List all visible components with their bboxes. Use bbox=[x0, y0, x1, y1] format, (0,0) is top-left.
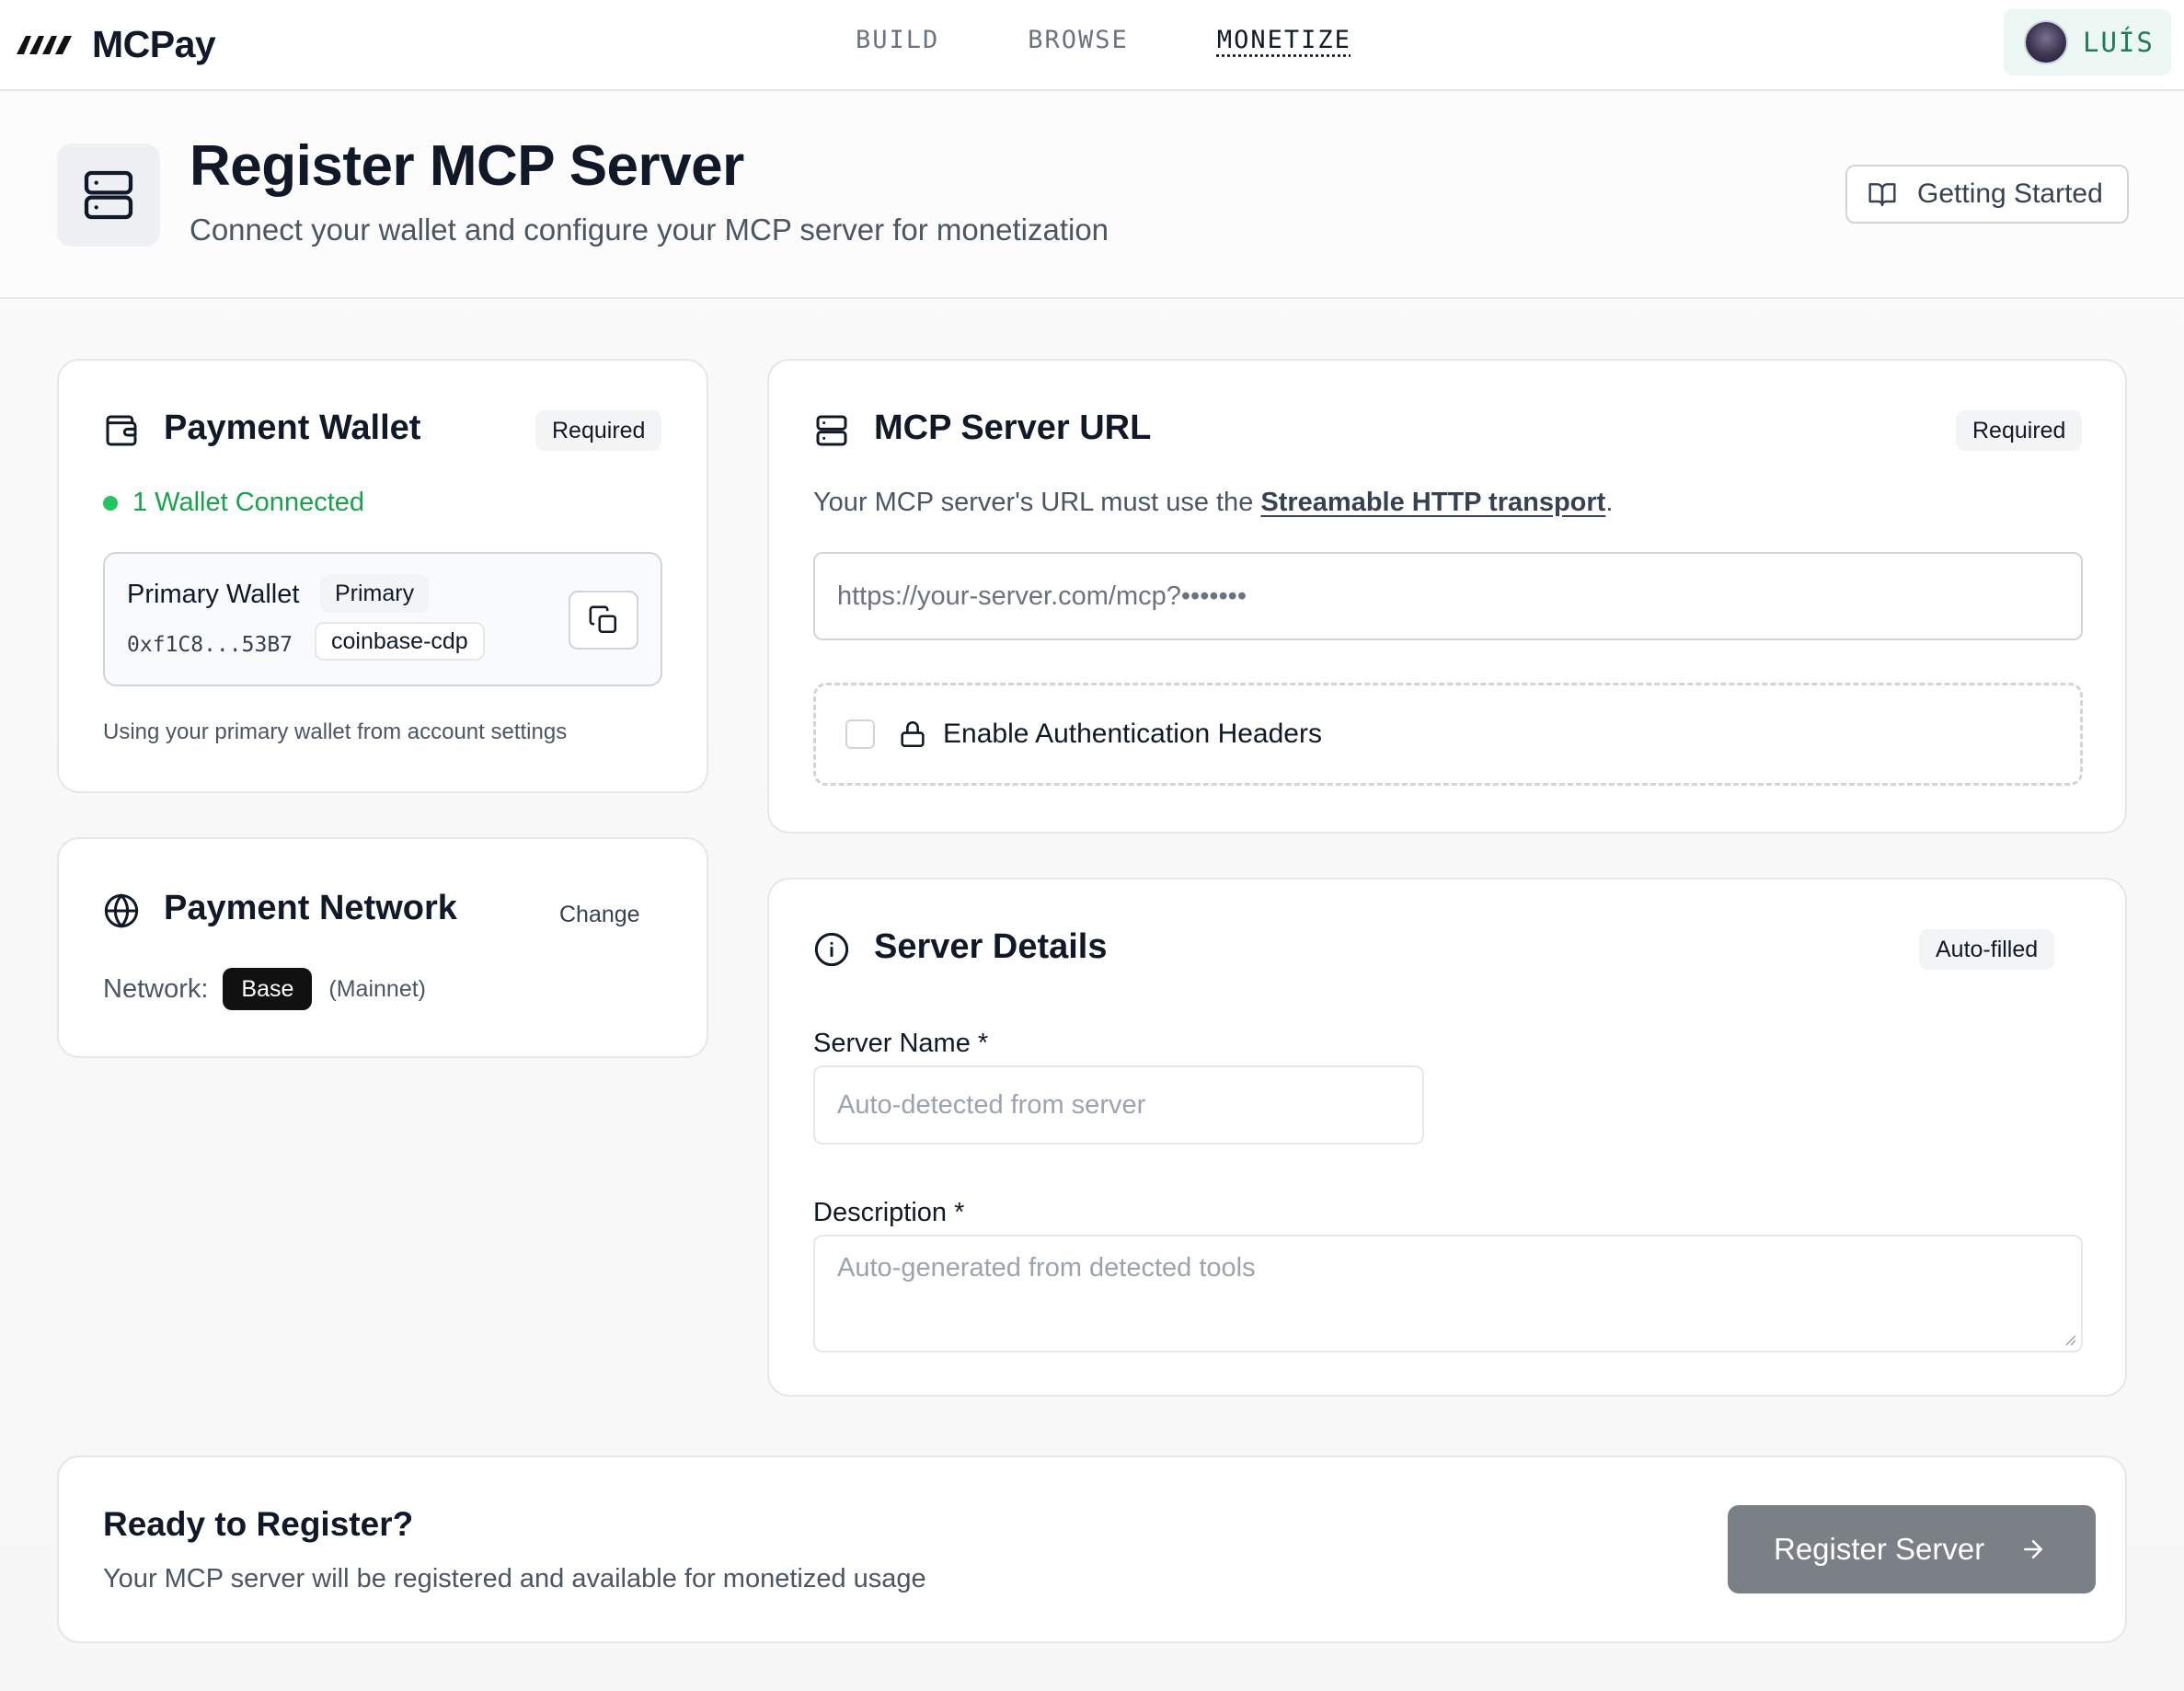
server-url-input[interactable]: https://your-server.com/mcp?••••••• bbox=[813, 552, 2083, 640]
streamable-http-link[interactable]: Streamable HTTP transport bbox=[1260, 488, 1605, 517]
auto-filled-badge: Auto-filled bbox=[1919, 929, 2055, 970]
payment-network-card: Payment Network Change Network: Base (Ma… bbox=[57, 837, 708, 1058]
globe-icon bbox=[104, 893, 139, 928]
brand-logo[interactable]: MCPay bbox=[13, 17, 216, 72]
resize-grip-icon[interactable] bbox=[2063, 1332, 2077, 1347]
server-icon bbox=[57, 144, 160, 247]
book-open-icon bbox=[1868, 183, 1896, 207]
main-nav: BUILD BROWSE MONETIZE bbox=[856, 26, 1440, 54]
page-header: Register MCP Server Connect your wallet … bbox=[0, 93, 2184, 299]
wallet-address: 0xf1C8...53B7 bbox=[127, 633, 293, 657]
server-details-card: Server Details Auto-filled Server Name *… bbox=[767, 878, 2127, 1397]
auth-headers-label: Enable Authentication Headers bbox=[943, 719, 1322, 749]
nav-browse[interactable]: BROWSE bbox=[1028, 26, 1129, 54]
getting-started-label: Getting Started bbox=[1917, 178, 2103, 209]
arrow-right-icon bbox=[2024, 1540, 2043, 1559]
wallet-icon bbox=[106, 415, 137, 446]
getting-started-button[interactable]: Getting Started bbox=[1845, 165, 2129, 224]
mcpay-logo-icon bbox=[17, 36, 72, 54]
register-subtitle: Your MCP server will be registered and a… bbox=[103, 1564, 926, 1593]
brand-name: MCPay bbox=[92, 22, 216, 65]
user-menu-button[interactable]: LUÍS bbox=[2004, 9, 2171, 75]
required-badge: Required bbox=[535, 410, 662, 451]
server-url-card: MCP Server URL Required Your MCP server'… bbox=[767, 359, 2127, 834]
server-url-desc-suffix: . bbox=[1605, 488, 1614, 517]
wallet-note: Using your primary wallet from account s… bbox=[103, 719, 568, 744]
page-subtitle: Connect your wallet and configure your M… bbox=[190, 213, 1109, 247]
server-icon bbox=[816, 415, 847, 446]
server-name-input[interactable]: Auto-detected from server bbox=[813, 1065, 1424, 1145]
required-badge: Required bbox=[1956, 410, 2083, 451]
wallet-name: Primary Wallet bbox=[127, 580, 300, 609]
payment-wallet-title: Payment Wallet bbox=[164, 408, 421, 447]
user-name: LUÍS bbox=[2083, 27, 2155, 58]
register-card: Ready to Register? Your MCP server will … bbox=[57, 1455, 2127, 1643]
server-url-title: MCP Server URL bbox=[874, 408, 1152, 447]
register-server-button[interactable]: Register Server bbox=[1728, 1505, 2096, 1593]
network-label: Network: bbox=[103, 973, 209, 1004]
server-details-title: Server Details bbox=[874, 927, 1108, 966]
nav-monetize[interactable]: MONETIZE bbox=[1217, 26, 1351, 54]
server-name-label: Server Name * bbox=[813, 1029, 989, 1058]
description-placeholder: Auto-generated from detected tools bbox=[837, 1253, 1256, 1283]
status-dot-icon bbox=[103, 495, 118, 511]
copy-icon bbox=[589, 605, 617, 634]
change-network-button[interactable]: Change bbox=[559, 902, 640, 928]
register-server-label: Register Server bbox=[1774, 1532, 1985, 1566]
top-nav: MCPay BUILD BROWSE MONETIZE LUÍS bbox=[0, 0, 2184, 91]
description-label: Description * bbox=[813, 1198, 965, 1227]
nav-build[interactable]: BUILD bbox=[856, 26, 939, 54]
avatar bbox=[2024, 20, 2068, 64]
wallet-status: 1 Wallet Connected bbox=[103, 488, 364, 518]
network-row: Network: Base (Mainnet) bbox=[103, 968, 426, 1010]
register-title: Ready to Register? bbox=[103, 1505, 414, 1543]
payment-wallet-card: Payment Wallet Required 1 Wallet Connect… bbox=[57, 359, 708, 793]
primary-wallet-box: Primary Wallet Primary 0xf1C8...53B7 coi… bbox=[103, 552, 662, 686]
page-title: Register MCP Server bbox=[190, 134, 744, 198]
primary-badge: Primary bbox=[320, 574, 430, 613]
network-qualifier: (Mainnet) bbox=[328, 975, 426, 1002]
info-icon bbox=[814, 932, 849, 967]
network-badge: Base bbox=[223, 968, 313, 1010]
server-url-desc-text: Your MCP server's URL must use the bbox=[813, 488, 1261, 517]
payment-network-title: Payment Network bbox=[164, 889, 457, 927]
wallet-status-text: 1 Wallet Connected bbox=[132, 488, 365, 517]
description-textarea[interactable]: Auto-generated from detected tools bbox=[813, 1235, 2083, 1352]
auth-headers-checkbox[interactable] bbox=[845, 719, 875, 749]
wallet-provider-badge: coinbase-cdp bbox=[315, 622, 485, 661]
lock-icon bbox=[901, 721, 925, 748]
server-url-description: Your MCP server's URL must use the Strea… bbox=[813, 488, 1613, 518]
auth-headers-toggle[interactable]: Enable Authentication Headers bbox=[813, 683, 2083, 786]
copy-address-button[interactable] bbox=[569, 591, 638, 650]
